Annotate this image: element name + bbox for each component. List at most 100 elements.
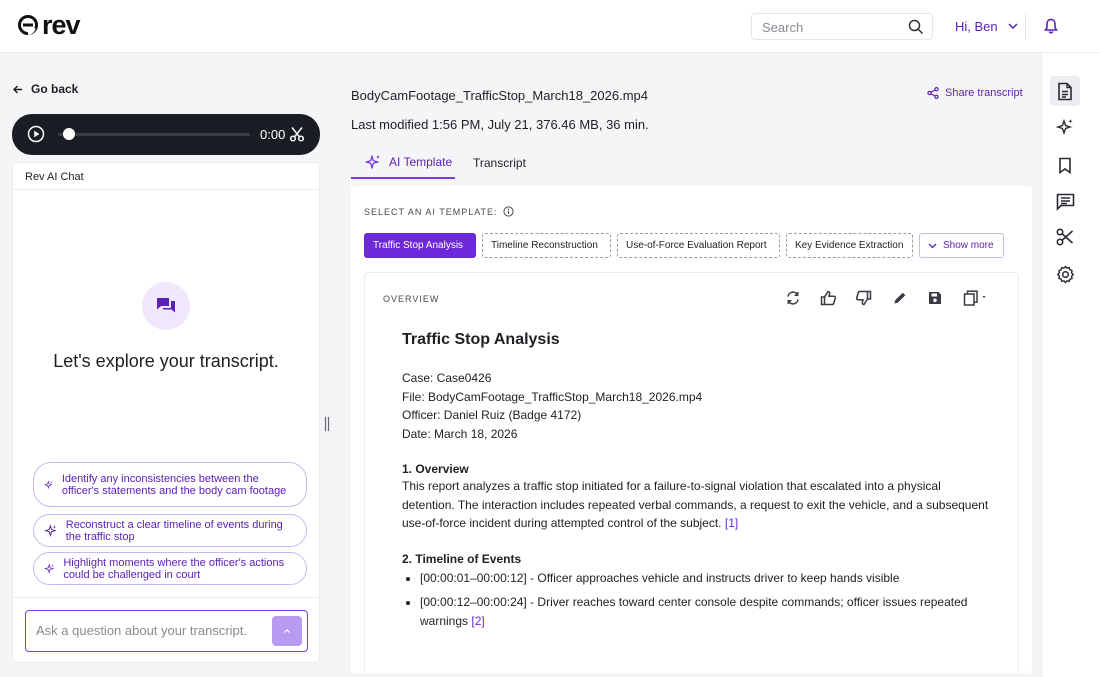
suggestion-chip[interactable]: Highlight moments where the officer's ac… <box>33 552 307 585</box>
report-date: Date: March 18, 2026 <box>402 426 518 441</box>
chat-hero-text: Let's explore your transcript. <box>53 351 279 371</box>
progress-handle[interactable] <box>63 128 75 140</box>
rev-logo-mark-icon <box>18 15 38 36</box>
overview-text: This report analyzes a traffic stop init… <box>402 479 989 530</box>
template-chip-use-of-force[interactable]: Use-of-Force Evaluation Report <box>617 233 780 258</box>
chevron-down-icon <box>928 243 937 248</box>
tab-ai-template[interactable]: AI Template <box>351 146 455 179</box>
sparkle-icon <box>1056 118 1073 136</box>
chat-input-box <box>25 610 308 652</box>
play-icon[interactable] <box>27 125 45 143</box>
header-separator <box>1025 13 1026 40</box>
scissors-icon[interactable] <box>290 126 304 142</box>
sparkle-icon <box>44 479 53 489</box>
chat-input-divider <box>13 597 319 598</box>
info-icon[interactable] <box>502 206 514 217</box>
file-meta: Last modified 1:56 PM, July 21, 376.46 M… <box>351 117 649 132</box>
regenerate-icon[interactable] <box>785 290 801 306</box>
share-icon <box>927 87 939 99</box>
chevron-down-icon <box>1008 23 1018 30</box>
search-input[interactable] <box>752 14 902 41</box>
timeline-list: [00:00:01–00:00:12] - Officer approaches… <box>402 569 992 631</box>
progress-track[interactable] <box>58 133 250 136</box>
chat-title-divider <box>13 189 319 190</box>
search-box <box>751 13 933 41</box>
sparkle-icon <box>44 523 57 537</box>
user-menu[interactable]: Hi, Ben <box>955 19 1018 34</box>
report-officer: Officer: Daniel Ruiz (Badge 4172) <box>402 408 582 422</box>
template-chip-traffic-stop[interactable]: Traffic Stop Analysis <box>364 233 476 258</box>
save-icon[interactable] <box>927 290 943 306</box>
chat-question-input[interactable] <box>26 611 256 650</box>
arrow-left-icon <box>13 85 22 93</box>
sidebar-clip-button[interactable] <box>1050 222 1080 252</box>
sidebar-comments-button[interactable] <box>1050 187 1080 217</box>
overview-label: OVERVIEW <box>383 294 440 304</box>
bookmark-icon <box>1059 157 1071 174</box>
thumbs-up-icon[interactable] <box>820 290 837 306</box>
suggestion-text: Identify any inconsistencies between the… <box>61 472 287 497</box>
template-chip-key-evidence[interactable]: Key Evidence Extraction <box>786 233 913 258</box>
audio-player: 0:00 <box>12 114 320 155</box>
suggestion-chip[interactable]: Reconstruct a clear timeline of events d… <box>33 514 307 547</box>
suggestion-text: Reconstruct a clear timeline of events d… <box>65 518 283 543</box>
share-transcript-link[interactable]: Share transcript <box>927 87 1023 99</box>
send-button[interactable] <box>272 616 302 646</box>
sidebar-ai-button[interactable] <box>1050 112 1080 142</box>
sidebar-settings-button[interactable] <box>1050 259 1080 289</box>
citation-link[interactable]: [1] <box>725 516 738 530</box>
tab-transcript[interactable]: Transcript <box>473 146 526 179</box>
timeline-item: [00:00:01–00:00:12] - Officer approaches… <box>420 569 992 588</box>
document-icon <box>1058 82 1072 100</box>
playback-time: 0:00 <box>260 127 286 142</box>
report-file: File: BodyCamFootage_TrafficStop_March18… <box>402 389 703 404</box>
template-select-label-text: SELECT AN AI TEMPLATE: <box>364 206 498 217</box>
file-name: BodyCamFootage_TrafficStop_March18_2026.… <box>351 88 649 103</box>
report-body: Traffic Stop Analysis Case: Case0426 Fil… <box>402 331 992 636</box>
ai-chat-panel: Rev AI Chat Let's explore your transcrip… <box>12 162 320 663</box>
timeline-item-text: [00:00:01–00:00:12] - Officer approaches… <box>420 570 900 585</box>
share-label: Share transcript <box>945 87 1023 99</box>
report-title: Traffic Stop Analysis <box>402 331 560 348</box>
pencil-icon[interactable] <box>892 290 908 306</box>
chat-title: Rev AI Chat <box>25 171 84 183</box>
tab-bar: AI Template Transcript <box>351 146 1032 179</box>
report-panel: OVERVIEW Traffic Stop Analysis Case: Cas… <box>364 272 1019 673</box>
chat-avatar <box>142 282 190 330</box>
suggestion-text: Highlight moments where the officer's ac… <box>63 556 285 581</box>
report-case: Case: Case0426 <box>402 371 492 385</box>
timeline-item: [00:00:12–00:00:24] - Driver reaches tow… <box>420 593 992 630</box>
copy-icon[interactable] <box>963 290 991 306</box>
user-greeting: Hi, Ben <box>955 19 998 34</box>
go-back-label: Go back <box>31 82 79 96</box>
gear-icon <box>1056 265 1074 283</box>
suggestion-chip[interactable]: Identify any inconsistencies between the… <box>33 462 307 507</box>
chat-bubbles-icon <box>157 298 175 313</box>
sparkle-icon <box>365 153 380 170</box>
sidebar-bookmark-button[interactable] <box>1050 150 1080 180</box>
rev-logo[interactable]: rev <box>17 10 81 40</box>
search-icon[interactable] <box>908 19 924 35</box>
sidebar-transcript-button[interactable] <box>1050 76 1080 106</box>
go-back-link[interactable]: Go back <box>13 82 78 96</box>
tab-label: Transcript <box>473 155 526 170</box>
timeline-item-text: [00:00:12–00:00:24] - Driver reaches tow… <box>420 595 968 628</box>
report-overview-paragraph: This report analyzes a traffic stop init… <box>402 477 992 533</box>
tab-label: AI Template <box>389 154 453 169</box>
template-chip-timeline[interactable]: Timeline Reconstruction <box>482 233 611 258</box>
logo-text: rev <box>42 10 81 40</box>
citation-link[interactable]: [2] <box>471 614 484 628</box>
ai-template-card: SELECT AN AI TEMPLATE: Traffic Stop Anal… <box>351 186 1032 673</box>
chevron-up-icon <box>284 629 290 633</box>
resize-handle-icon[interactable] <box>324 416 330 432</box>
show-more-label: Show more <box>943 240 994 251</box>
scissors-icon <box>1056 228 1074 246</box>
top-bar: rev Hi, Ben <box>0 0 1100 53</box>
comment-icon <box>1056 193 1074 211</box>
template-select-label: SELECT AN AI TEMPLATE: <box>364 206 514 217</box>
thumbs-down-icon[interactable] <box>855 290 872 306</box>
report-heading-overview: 1. Overview <box>402 462 469 476</box>
report-heading-timeline: 2. Timeline of Events <box>402 551 522 566</box>
bell-icon[interactable] <box>1044 18 1058 34</box>
show-more-button[interactable]: Show more <box>919 233 1004 258</box>
